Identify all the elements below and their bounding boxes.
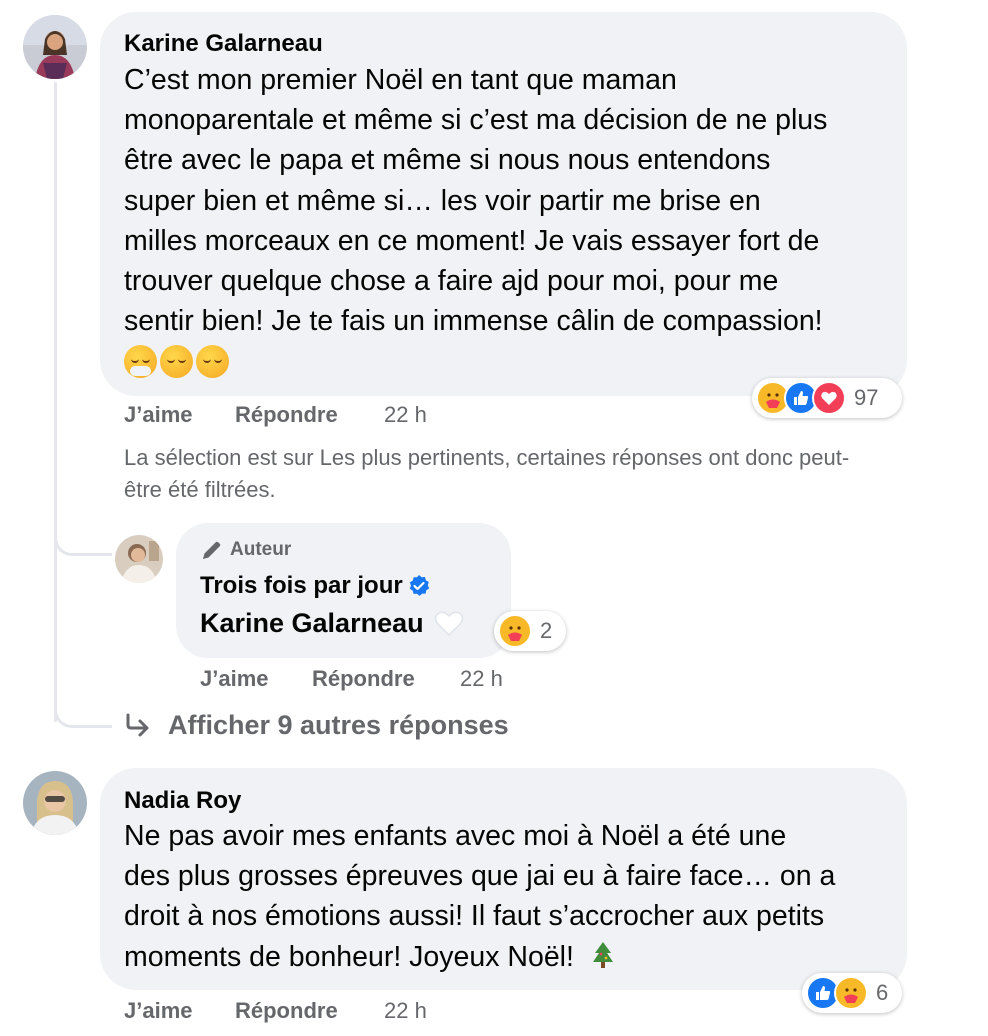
comment-emojis <box>124 345 232 379</box>
reply-button[interactable]: Répondre <box>235 998 338 1024</box>
reply-author-row: Trois fois par jour <box>200 572 431 600</box>
pen-icon <box>203 541 221 559</box>
comment-text-line: monoparentale et même si c’est ma décisi… <box>124 104 828 137</box>
like-button[interactable]: J’aime <box>124 998 193 1024</box>
reply-arrow-icon <box>126 713 149 736</box>
christmas-tree-emoji <box>592 941 613 968</box>
reaction-summary[interactable]: 2 <box>494 611 566 651</box>
more-replies-label[interactable]: Afficher 9 autres réponses <box>168 710 509 741</box>
avatar-photo-icon <box>115 535 163 583</box>
comment-text-line: milles morceaux en ce moment! Je vais es… <box>124 224 820 257</box>
reply-text[interactable]: Karine Galarneau <box>200 608 424 639</box>
comment-text-line: super bien et même si… les voir partir m… <box>124 184 761 217</box>
hugging-face-emoji <box>124 345 157 378</box>
comment-text: Ne pas avoir mes enfants avec moi à Noël… <box>124 816 904 977</box>
author-badge-label: Auteur <box>230 539 292 560</box>
relieved-face-emoji <box>160 345 193 378</box>
comment-author[interactable]: Nadia Roy <box>124 787 241 815</box>
filter-note-line: être été filtrées. <box>124 477 276 502</box>
reply-avatar[interactable] <box>115 535 163 583</box>
comment-timestamp[interactable]: 22 h <box>384 402 427 428</box>
comment-text-line: droit à nos émotions aussi! Il faut s’ac… <box>124 900 825 933</box>
thread-line-branch-reply <box>54 520 112 556</box>
like-button[interactable]: J’aime <box>124 402 193 428</box>
comment-text-line: trouver quelque chose a faire ajd pour m… <box>124 265 779 298</box>
filter-note-line: La sélection est sur Les plus pertinents… <box>124 445 850 470</box>
comment-text: C’est mon premier Noël en tant que maman… <box>124 60 904 341</box>
reaction-summary[interactable]: 97 <box>752 378 902 418</box>
reply-timestamp[interactable]: 22 h <box>460 666 503 692</box>
comment-author[interactable]: Karine Galarneau <box>124 30 323 58</box>
white-heart-emoji <box>434 610 463 636</box>
reply-author[interactable]: Trois fois par jour <box>200 572 403 600</box>
reaction-count: 97 <box>854 385 879 410</box>
care-reaction-icon <box>498 614 532 648</box>
comment-text-line: être avec le papa et même si nous nous e… <box>124 144 771 177</box>
reply-text-row: Karine Galarneau <box>200 608 464 639</box>
more-replies-link[interactable]: Afficher 9 autres réponses <box>124 710 509 741</box>
love-reaction-icon <box>812 381 846 415</box>
reply-button[interactable]: Répondre <box>235 402 338 428</box>
reaction-count: 6 <box>876 980 889 1005</box>
thread-line-branch-more <box>54 690 112 728</box>
comment-text-segment: moments de bonheur! Joyeux Noël! <box>124 940 574 973</box>
reaction-count: 2 <box>540 618 553 643</box>
comment-text-line: moments de bonheur! Joyeux Noël! <box>124 937 904 977</box>
comment-text-line: sentir bien! Je te fais un immense câlin… <box>124 305 823 338</box>
filter-note: La sélection est sur Les plus pertinents… <box>124 442 984 506</box>
like-button[interactable]: J’aime <box>200 666 269 692</box>
care-reaction-icon <box>834 976 868 1010</box>
comment-text-line: C’est mon premier Noël en tant que maman <box>124 64 677 96</box>
avatar[interactable] <box>23 771 87 835</box>
comment-text-line: des plus grosses épreuves que jai eu à f… <box>124 860 836 893</box>
reply-button[interactable]: Répondre <box>312 666 415 692</box>
author-badge: Auteur <box>200 538 291 562</box>
avatar-photo-icon <box>23 771 87 835</box>
comment-text-line: Ne pas avoir mes enfants avec moi à Noël… <box>124 820 787 852</box>
avatar-photo-icon <box>23 15 87 79</box>
thread-line-vertical <box>54 82 57 722</box>
comment-timestamp[interactable]: 22 h <box>384 998 427 1024</box>
relieved-face-emoji <box>196 345 229 378</box>
avatar[interactable] <box>23 15 87 79</box>
reaction-summary[interactable]: 6 <box>802 973 902 1013</box>
verified-badge-icon <box>409 575 429 596</box>
